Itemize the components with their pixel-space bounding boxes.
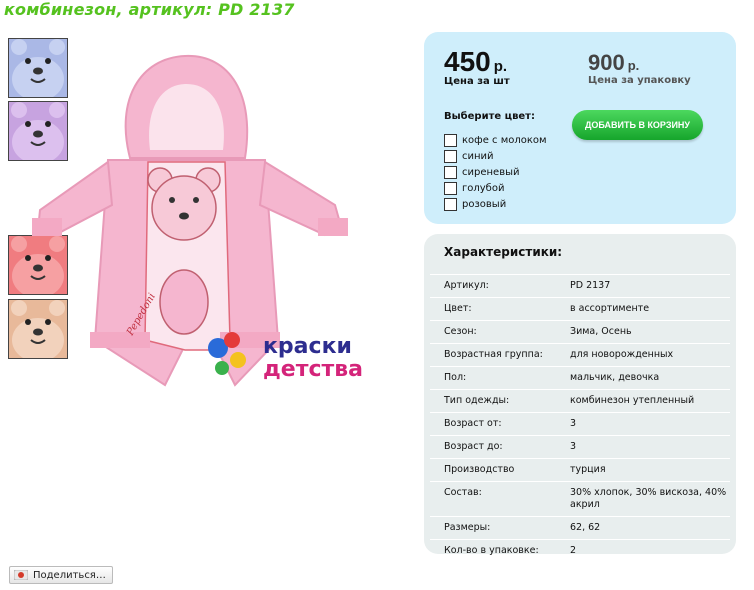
- color-option-label: синий: [462, 150, 494, 162]
- specs-panel: Характеристики: Артикул: PD 2137 Цвет: в ас…: [424, 234, 736, 562]
- spec-value: турция: [556, 458, 730, 482]
- spec-key: Пол:: [430, 366, 556, 390]
- spec-value: 3: [556, 412, 730, 436]
- share-label: Поделиться…: [33, 569, 106, 581]
- color-checkbox[interactable]: [444, 165, 457, 179]
- color-checkbox[interactable]: [444, 197, 457, 211]
- spec-value: 2: [556, 539, 730, 562]
- color-checkbox[interactable]: [444, 181, 457, 195]
- specs-title: Характеристики:: [444, 245, 563, 259]
- spec-value: 3: [556, 435, 730, 459]
- color-checkbox[interactable]: [444, 149, 457, 163]
- page-title: комбинезон, артикул: PD 2137: [4, 0, 295, 19]
- color-option[interactable]: синий: [444, 148, 547, 164]
- spec-key: Тип одежды:: [430, 389, 556, 413]
- price-value: 450: [444, 46, 491, 77]
- spec-row: Возраст до: 3: [430, 435, 730, 459]
- price-per-pack: 900 р. Цена за упаковку: [588, 50, 691, 86]
- spec-value: в ассортименте: [556, 297, 730, 321]
- pack-price-caption: Цена за упаковку: [588, 75, 691, 86]
- spec-row: Сезон: Зима, Осень: [430, 320, 730, 344]
- color-option-label: голубой: [462, 182, 505, 194]
- spec-key: Возрастная группа:: [430, 343, 556, 367]
- spec-row: Состав: 30% хлопок, 30% вискоза, 40% акри…: [430, 481, 730, 517]
- brand-logo-line1: краски: [263, 334, 352, 359]
- spec-key: Возраст до:: [430, 435, 556, 459]
- spec-row: Пол: мальчик, девочка: [430, 366, 730, 390]
- spec-row: Возрастная группа: для новорожденных: [430, 343, 730, 367]
- spec-row: Кол-во в упаковке: 2: [430, 539, 730, 562]
- spec-value: 62, 62: [556, 516, 730, 540]
- spec-row: Размеры: 62, 62: [430, 516, 730, 540]
- product-image: Pepedoni краски детства: [32, 54, 363, 387]
- spec-value: для новорожденных: [556, 343, 730, 367]
- price-currency: р.: [493, 58, 508, 75]
- price-panel: 450 р. Цена за шт 900 р. Цена за упаковку …: [424, 32, 736, 224]
- spec-key: Кол-во в упаковке:: [430, 539, 556, 562]
- share-icon: [14, 570, 28, 580]
- spec-value: Зима, Осень: [556, 320, 730, 344]
- spec-key: Производство: [430, 458, 556, 482]
- color-select-label: Выберите цвет:: [444, 111, 535, 122]
- spec-value: PD 2137: [556, 274, 730, 298]
- color-option-label: розовый: [462, 198, 507, 210]
- color-option-label: кофе с молоком: [462, 134, 547, 146]
- spec-key: Артикул:: [430, 274, 556, 298]
- spec-key: Размеры:: [430, 516, 556, 540]
- price-per-item: 450 р. Цена за шт: [444, 46, 510, 87]
- pack-price-currency: р.: [627, 58, 640, 73]
- pack-price-value: 900: [588, 50, 625, 75]
- specs-table: Артикул: PD 2137 Цвет: в ассортименте Сезон:…: [430, 274, 730, 562]
- color-option-label: сиреневый: [462, 166, 520, 178]
- spec-row: Цвет: в ассортименте: [430, 297, 730, 321]
- share-button[interactable]: Поделиться…: [9, 566, 113, 584]
- color-option[interactable]: кофе с молоком: [444, 132, 547, 148]
- color-option[interactable]: розовый: [444, 196, 547, 212]
- spec-row: Производство турция: [430, 458, 730, 482]
- spec-row: Тип одежды: комбинезон утепленный: [430, 389, 730, 413]
- spec-value: 30% хлопок, 30% вискоза, 40% акрил: [556, 481, 730, 517]
- color-option[interactable]: сиреневый: [444, 164, 547, 180]
- spec-key: Сезон:: [430, 320, 556, 344]
- spec-row: Возраст от: 3: [430, 412, 730, 436]
- color-options: кофе с молоком синий сиреневый голубой р…: [444, 132, 547, 212]
- add-to-cart-button[interactable]: ДОБАВИТЬ В КОРЗИНУ: [572, 110, 703, 140]
- color-checkbox[interactable]: [444, 133, 457, 147]
- spec-key: Состав:: [430, 481, 556, 517]
- spec-key: Цвет:: [430, 297, 556, 321]
- price-caption: Цена за шт: [444, 76, 510, 87]
- spec-key: Возраст от:: [430, 412, 556, 436]
- brand-logo-line2: детства: [263, 357, 363, 382]
- spec-value: комбинезон утепленный: [556, 389, 730, 413]
- spec-row: Артикул: PD 2137: [430, 274, 730, 298]
- spec-value: мальчик, девочка: [556, 366, 730, 390]
- color-option[interactable]: голубой: [444, 180, 547, 196]
